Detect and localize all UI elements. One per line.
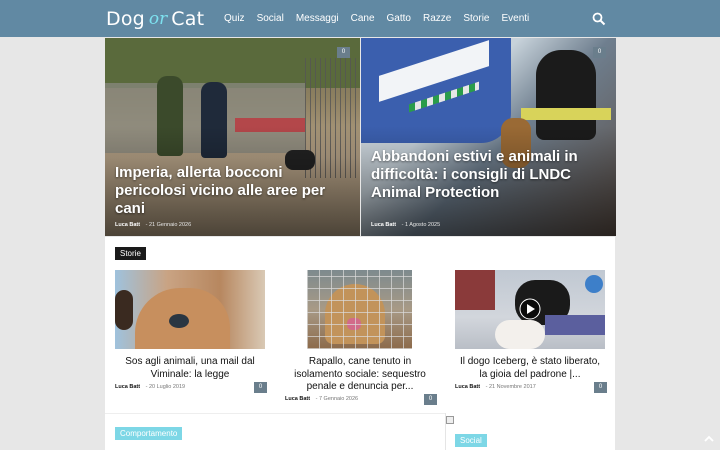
site-header: Dog or Cat Quiz Social Messaggi Cane Gat… [0,0,720,37]
comment-count-badge[interactable]: 0 [337,47,350,58]
post-date-value: 1 Agosto 2025 [404,222,441,228]
post-date: - 21 Novembre 2017 [485,384,536,390]
comment-count-badge[interactable]: 0 [593,47,606,58]
nav-item-gatto[interactable]: Gatto [381,0,417,37]
author-name[interactable]: Luca Batt [455,384,480,390]
card-image-3[interactable] [455,270,605,349]
post-date-value: 20 Luglio 2019 [148,384,186,390]
card-image-2[interactable] [285,270,435,349]
nav-item-quiz[interactable]: Quiz [218,0,251,37]
section-label-comportamento[interactable]: Comportamento [115,427,183,440]
author-name[interactable]: Luca Batt [285,396,310,402]
nav-item-messaggi[interactable]: Messaggi [290,0,345,37]
hero-meta-2: Luca Batt - 1 Agosto 2025 [371,222,440,228]
author-name[interactable]: Luca Batt [371,222,396,228]
nav-item-social[interactable]: Social [251,0,290,37]
logo-cat: Cat [171,8,205,30]
nav-item-storie[interactable]: Storie [457,0,495,37]
hero-article-1[interactable]: 0 Imperia, allerta bocconi pericolosi vi… [105,38,360,236]
scroll-to-top-icon[interactable] [702,432,716,446]
post-date: - 21 Gennaio 2026 [145,222,192,228]
nav-item-razze[interactable]: Razze [417,0,457,37]
video-play-icon[interactable] [519,298,541,320]
card-meta-1: Luca Batt - 20 Luglio 2019 [115,384,185,390]
post-date-value: 21 Novembre 2017 [488,384,536,390]
section-label-storie[interactable]: Storie [115,247,146,260]
card-title-1[interactable]: Sos agli animali, una mail dal Viminale:… [115,356,265,381]
main-nav: Quiz Social Messaggi Cane Gatto Razze St… [218,0,535,37]
hero-meta-1: Luca Batt - 21 Gennaio 2026 [115,222,191,228]
hero-title-2[interactable]: Abbandoni estivi e animali in difficoltà… [371,148,608,202]
author-name[interactable]: Luca Batt [115,222,140,228]
author-name[interactable]: Luca Batt [115,384,140,390]
card-image-1[interactable] [115,270,265,349]
card-meta-2: Luca Batt - 7 Gennaio 2026 [285,396,358,402]
post-date-value: 7 Gennaio 2026 [318,396,359,402]
card-title-2[interactable]: Rapallo, cane tenuto in isolamento socia… [285,356,435,394]
section-label-social[interactable]: Social [455,434,487,447]
comment-count-badge[interactable]: 0 [594,382,607,393]
post-date: - 20 Luglio 2019 [145,384,186,390]
nav-item-eventi[interactable]: Eventi [495,0,535,37]
card-meta-3: Luca Batt - 21 Novembre 2017 [455,384,536,390]
nav-item-cane[interactable]: Cane [345,0,381,37]
post-date: - 1 Agosto 2025 [401,222,441,228]
search-icon[interactable] [592,12,606,26]
site-logo[interactable]: Dog or Cat [106,6,204,32]
comment-count-badge[interactable]: 0 [424,394,437,405]
hero-title-1[interactable]: Imperia, allerta bocconi pericolosi vici… [115,164,352,218]
comment-count-badge[interactable]: 0 [254,382,267,393]
divider [105,413,445,414]
broken-image-icon [446,416,454,424]
hero-article-2[interactable]: 0 Abbandoni estivi e animali in difficol… [361,38,616,236]
logo-or: or [148,9,168,29]
card-title-3[interactable]: Il dogo Iceberg, è stato liberato, la gi… [455,356,605,381]
post-date: - 7 Gennaio 2026 [315,396,359,402]
logo-dog: Dog [106,8,145,30]
post-date-value: 21 Gennaio 2026 [148,222,192,228]
